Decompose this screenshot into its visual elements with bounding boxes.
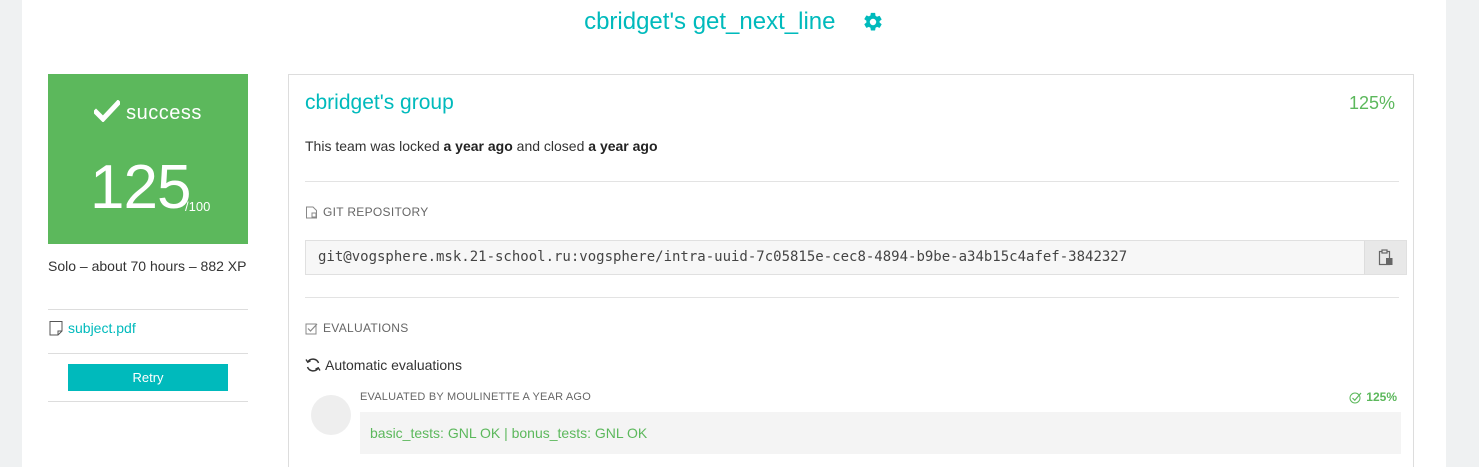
automatic-evaluations-label: Automatic evaluations: [325, 357, 462, 373]
evaluation-percent-value: 125%: [1366, 390, 1397, 404]
git-repository-label: GIT REPOSITORY: [323, 205, 429, 219]
gear-icon[interactable]: [862, 11, 884, 33]
closed-when: a year ago: [588, 138, 658, 154]
team-panel: cbridget's group 125% This team was lock…: [288, 74, 1414, 467]
divider: [305, 181, 1399, 182]
divider: [48, 353, 248, 354]
lock-middle: and closed: [512, 138, 589, 154]
subject-pdf-link[interactable]: subject.pdf: [48, 320, 136, 336]
evaluation-result: basic_tests: GNL OK | bonus_tests: GNL O…: [360, 412, 1401, 454]
status-badge: success: [48, 99, 248, 125]
final-score: 125: [90, 153, 191, 222]
divider: [48, 401, 248, 402]
evaluation-percent: 125%: [1349, 390, 1397, 404]
repository-url[interactable]: git@vogsphere.msk.21-school.ru:vogsphere…: [306, 241, 1364, 274]
copy-button[interactable]: [1364, 241, 1406, 274]
file-icon: [49, 321, 63, 336]
project-meta: Solo – about 70 hours – 882 XP: [48, 258, 247, 274]
divider: [48, 309, 248, 310]
avatar: [311, 395, 351, 435]
divider: [305, 297, 1399, 298]
evaluations-heading: EVALUATIONS: [305, 321, 409, 335]
group-percent: 125%: [1348, 93, 1395, 113]
retry-button[interactable]: Retry: [68, 364, 228, 391]
clipboard-icon: [1378, 248, 1392, 265]
page-container: cbridget's get_next_line success 125 /10…: [22, 0, 1446, 467]
repository-file-icon: [306, 206, 317, 218]
page-title: cbridget's get_next_line: [584, 8, 836, 35]
team-lock-status: This team was locked a year ago and clos…: [305, 138, 658, 154]
group-name[interactable]: cbridget's group: [305, 91, 454, 115]
lock-prefix: This team was locked: [305, 138, 444, 154]
repository-url-box: git@vogsphere.msk.21-school.ru:vogsphere…: [305, 240, 1407, 275]
check-circle-icon: [1349, 392, 1362, 403]
score-card: success 125 /100: [48, 74, 248, 244]
evaluated-by: EVALUATED BY MOULINETTE A YEAR AGO: [360, 391, 591, 403]
checkbox-icon: [305, 323, 318, 334]
page-header: cbridget's get_next_line: [22, 0, 1446, 50]
refresh-icon: [305, 358, 321, 372]
evaluations-label: EVALUATIONS: [323, 321, 409, 335]
locked-when: a year ago: [443, 138, 513, 154]
score-max: /100: [185, 199, 211, 214]
checkmark-icon: [92, 99, 122, 123]
status-label: success: [126, 102, 202, 124]
automatic-evaluations-heading: Automatic evaluations: [305, 357, 462, 373]
subject-pdf-label: subject.pdf: [68, 320, 136, 336]
git-repository-heading: GIT REPOSITORY: [305, 205, 429, 219]
